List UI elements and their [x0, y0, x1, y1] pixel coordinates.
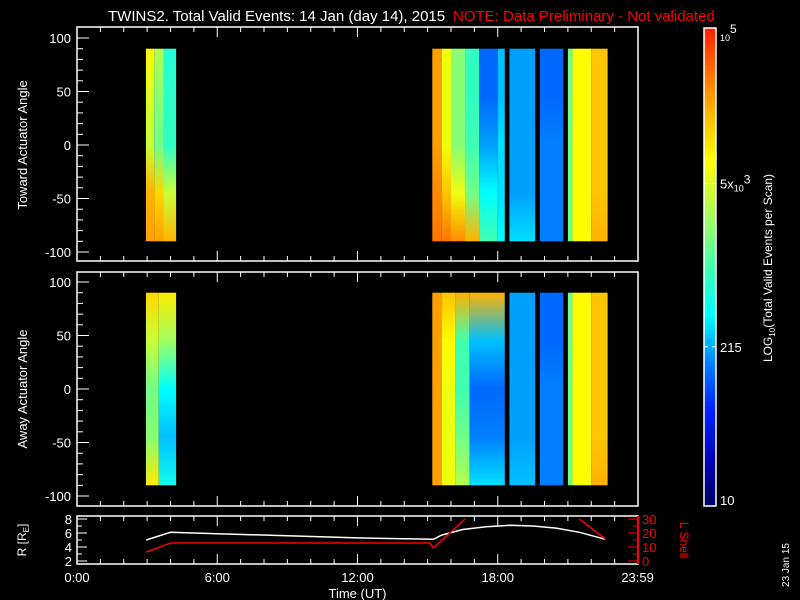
heatmap-cell — [539, 292, 564, 486]
heatmap-cell — [154, 48, 164, 242]
y-axis-label-right: L Shell — [677, 522, 691, 558]
l-shell-line — [145, 518, 466, 553]
tick-label: -100 — [45, 489, 71, 504]
heatmap-cell — [158, 292, 177, 486]
r-distance-line — [145, 524, 606, 541]
footer-date: 23 Jan 15 — [781, 543, 792, 587]
heatmap-cell — [465, 48, 480, 242]
tick-label: -50 — [52, 436, 71, 451]
tick-label: 100 — [49, 31, 71, 46]
heatmap-cell — [455, 292, 470, 486]
tick-label: 0 — [642, 554, 649, 569]
heatmap-cell — [145, 48, 155, 242]
heatmap-cell — [572, 292, 592, 486]
tick-label: -100 — [45, 245, 71, 260]
heatmap-cell — [591, 48, 608, 242]
colorbar-tick-label: 215 — [720, 340, 742, 355]
colorbar-tick-label: 5x103 — [720, 172, 751, 193]
y-axis-label-left: R [RE] — [15, 524, 31, 557]
heatmap-cell — [441, 48, 451, 242]
heatmap-cell — [509, 292, 536, 486]
heatmap-cell — [469, 292, 505, 486]
heatmap-cell — [441, 292, 456, 486]
x-tick-label: 12:00 — [341, 570, 374, 585]
heatmap-cell — [432, 292, 442, 486]
twins-plot: TWINS2. Total Valid Events: 14 Jan (day … — [15, 8, 792, 600]
tick-label: 100 — [49, 275, 71, 290]
heatmap-cell — [572, 48, 592, 242]
heatmap-cell — [163, 48, 177, 242]
x-tick-label: 0:00 — [64, 570, 89, 585]
tick-label: 6 — [65, 526, 72, 541]
colorbar-label: LOG10(Total Valid Events per Scan) — [761, 174, 777, 362]
x-tick-label: 23:59 — [621, 570, 654, 585]
heatmap-cell — [432, 48, 442, 242]
tick-label: 10 — [642, 540, 656, 555]
heatmap-cell — [497, 48, 505, 242]
heatmap-cell — [479, 48, 498, 242]
plot-title: TWINS2. Total Valid Events: 14 Jan (day … — [108, 8, 445, 25]
tick-label: 50 — [57, 329, 71, 344]
y-axis-label: Toward Actuator Angle — [15, 80, 30, 209]
x-axis-label: Time (UT) — [328, 586, 386, 600]
heatmap-cell — [451, 48, 466, 242]
tick-label: 30 — [642, 512, 656, 527]
colorbar-tick-label: 10 — [720, 493, 734, 508]
tick-label: 50 — [57, 85, 71, 100]
heatmap-cell — [591, 292, 608, 486]
heatmap-cell — [509, 48, 536, 242]
x-tick-label: 18:00 — [481, 570, 514, 585]
tick-label: 0 — [64, 138, 71, 153]
tick-label: -50 — [52, 192, 71, 207]
heatmap-cell — [567, 292, 573, 486]
preliminary-note: NOTE: Data Preliminary - Not validated — [453, 8, 715, 25]
x-tick-label: 6:00 — [205, 570, 230, 585]
colorbar-tick-label: 105 — [720, 22, 737, 43]
tick-label: 2 — [65, 554, 72, 569]
colorbar — [703, 27, 717, 507]
heatmap-cell — [145, 292, 159, 486]
y-axis-label: Away Actuator Angle — [15, 329, 30, 448]
heatmap-cell — [567, 48, 573, 242]
tick-label: 4 — [65, 540, 72, 555]
tick-label: 20 — [642, 526, 656, 541]
heatmap-cell — [539, 48, 564, 242]
tick-label: 0 — [64, 382, 71, 397]
tick-label: 8 — [65, 512, 72, 527]
